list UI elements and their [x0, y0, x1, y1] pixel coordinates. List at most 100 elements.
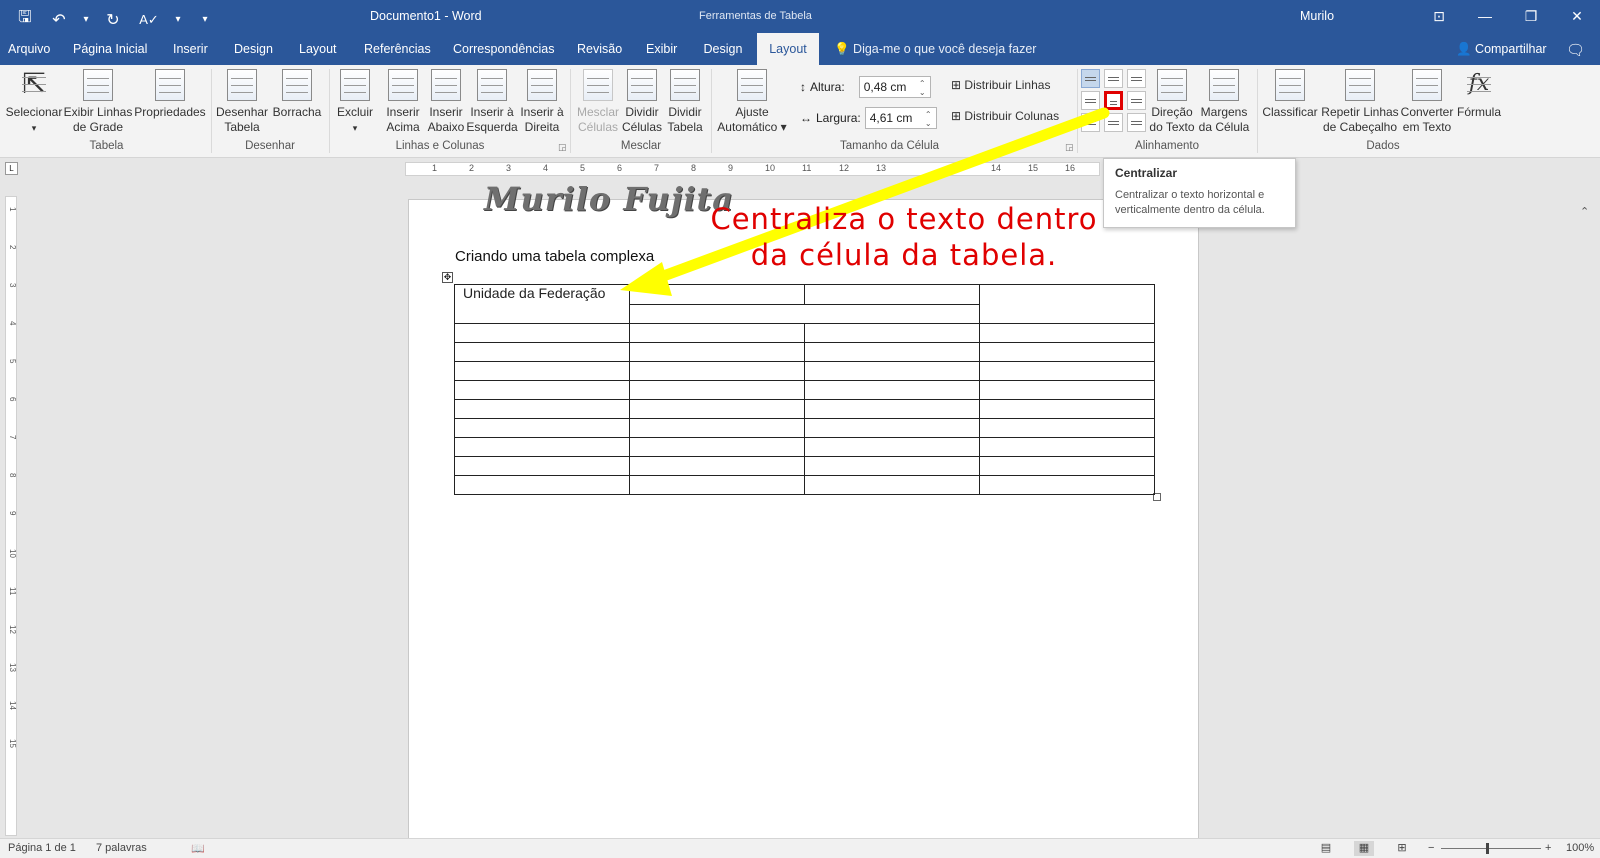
table-cell[interactable]: [454, 437, 630, 457]
align-bottom-left-icon[interactable]: [1081, 113, 1100, 132]
undo-icon[interactable]: ↶: [48, 10, 70, 30]
tab-revisao[interactable]: Revisão: [577, 33, 622, 65]
eraser-button[interactable]: Borracha: [270, 69, 324, 120]
horizontal-ruler[interactable]: 1 2 3 4 5 6 7 8 9 10 11 12 13 14 15 16: [405, 162, 1100, 176]
table-cell[interactable]: [804, 342, 980, 362]
align-bottom-right-icon[interactable]: [1127, 113, 1146, 132]
column-width-input[interactable]: 4,61 cm: [864, 107, 937, 129]
tab-arquivo[interactable]: Arquivo: [8, 33, 50, 65]
table-cell[interactable]: [454, 323, 630, 343]
table-cell[interactable]: [454, 418, 630, 438]
dialog-launcher-icon[interactable]: ◲: [558, 142, 567, 153]
insert-above-button[interactable]: Inserir Acima: [381, 69, 425, 135]
user-name[interactable]: Murilo: [1300, 9, 1334, 23]
table-cell[interactable]: [629, 303, 980, 324]
table-cell[interactable]: [979, 456, 1155, 476]
autofit-button[interactable]: Ajuste Automático ▾: [714, 69, 790, 135]
page-count[interactable]: Página 1 de 1: [8, 842, 76, 854]
share-button[interactable]: 👤 Compartilhar: [1456, 33, 1547, 65]
spelling-dropdown-icon[interactable]: ▾: [174, 14, 182, 25]
repeat-header-rows-button[interactable]: Repetir Linhas de Cabeçalho: [1320, 69, 1400, 135]
table-cell[interactable]: [804, 475, 980, 495]
table-cell[interactable]: [804, 456, 980, 476]
align-top-left-icon[interactable]: [1081, 69, 1100, 88]
collapse-ribbon-icon[interactable]: ⌃: [1580, 205, 1589, 218]
table-cell[interactable]: [979, 284, 1155, 324]
table-cell[interactable]: [629, 342, 805, 362]
restore-icon[interactable]: ❐: [1508, 0, 1554, 33]
table-cell[interactable]: [629, 418, 805, 438]
text-direction-button[interactable]: Direção do Texto: [1147, 69, 1197, 135]
table-cell[interactable]: [804, 284, 980, 305]
insert-right-button[interactable]: Inserir à Direita: [518, 69, 566, 135]
table-cell[interactable]: [454, 399, 630, 419]
document-table[interactable]: Unidade da Federação: [454, 284, 1155, 495]
table-cell[interactable]: [454, 456, 630, 476]
properties-button[interactable]: Propriedades: [134, 69, 206, 120]
read-mode-icon[interactable]: ▤: [1316, 841, 1336, 856]
document-paragraph[interactable]: Criando uma tabela complexa: [455, 248, 654, 265]
word-count[interactable]: 7 palavras: [96, 842, 147, 854]
ribbon-display-options-icon[interactable]: ⊡: [1416, 0, 1462, 33]
distribute-columns-button[interactable]: ⊞ Distribuir Colunas: [951, 109, 1059, 123]
table-cell[interactable]: [629, 456, 805, 476]
delete-button[interactable]: Excluir ▾: [333, 69, 377, 136]
zoom-level[interactable]: 100%: [1566, 842, 1594, 854]
table-cell[interactable]: [804, 399, 980, 419]
undo-dropdown-icon[interactable]: ▾: [82, 14, 90, 25]
table-cell[interactable]: [454, 361, 630, 381]
table-cell[interactable]: [979, 361, 1155, 381]
tab-table-design[interactable]: Design: [690, 33, 756, 65]
tab-exibir[interactable]: Exibir: [646, 33, 677, 65]
web-layout-icon[interactable]: ⊞: [1392, 841, 1412, 856]
table-cell[interactable]: [629, 284, 805, 305]
align-top-right-icon[interactable]: [1127, 69, 1146, 88]
close-icon[interactable]: ✕: [1554, 0, 1600, 33]
tab-design[interactable]: Design: [234, 33, 273, 65]
table-cell[interactable]: [629, 475, 805, 495]
table-cell[interactable]: [979, 437, 1155, 457]
table-cell[interactable]: [629, 437, 805, 457]
table-cell[interactable]: [629, 380, 805, 400]
merge-cells-button[interactable]: Mesclar Células: [575, 69, 621, 135]
proofing-icon[interactable]: 📖: [191, 842, 205, 855]
table-cell[interactable]: [804, 380, 980, 400]
row-height-input[interactable]: 0,48 cm: [858, 76, 931, 98]
table-cell[interactable]: [804, 437, 980, 457]
insert-left-button[interactable]: Inserir à Esquerda: [466, 69, 518, 135]
split-cells-button[interactable]: Dividir Células: [620, 69, 664, 135]
table-cell[interactable]: [979, 323, 1155, 343]
tell-me-search[interactable]: 💡 Diga-me o que você deseja fazer: [834, 33, 1036, 65]
table-cell[interactable]: [629, 361, 805, 381]
split-table-button[interactable]: Dividir Tabela: [663, 69, 707, 135]
dialog-launcher-icon[interactable]: ◲: [1065, 142, 1074, 153]
spelling-icon[interactable]: A✓: [136, 12, 162, 28]
vertical-ruler[interactable]: 1 2 3 4 5 6 7 8 9 10 11 12 13 14 15: [5, 196, 17, 836]
table-cell[interactable]: [804, 361, 980, 381]
convert-to-text-button[interactable]: Converter em Texto: [1399, 69, 1455, 135]
table-cell[interactable]: [454, 342, 630, 362]
align-center-right-icon[interactable]: [1127, 91, 1146, 110]
select-button[interactable]: ⇱ Selecionar ▾: [5, 69, 63, 136]
table-cell[interactable]: [804, 323, 980, 343]
tab-inserir[interactable]: Inserir: [173, 33, 208, 65]
align-top-center-icon[interactable]: [1104, 69, 1123, 88]
table-cell[interactable]: [979, 418, 1155, 438]
table-cell[interactable]: [979, 475, 1155, 495]
table-cell[interactable]: [629, 323, 805, 343]
align-center-icon[interactable]: [1104, 91, 1123, 110]
draw-table-button[interactable]: Desenhar Tabela: [216, 69, 268, 135]
table-move-handle-icon[interactable]: ✥: [442, 272, 453, 283]
view-gridlines-button[interactable]: Exibir Linhas de Grade: [63, 69, 133, 135]
tab-correspondencias[interactable]: Correspondências: [453, 33, 554, 65]
customize-qat-icon[interactable]: ▾: [194, 14, 216, 25]
table-cell[interactable]: [979, 342, 1155, 362]
zoom-in-button[interactable]: +: [1545, 842, 1551, 854]
table-cell[interactable]: [454, 380, 630, 400]
align-bottom-center-icon[interactable]: [1104, 113, 1123, 132]
formula-button[interactable]: fx Fórmula: [1455, 69, 1503, 120]
table-cell[interactable]: [979, 380, 1155, 400]
save-icon[interactable]: 🖫: [14, 6, 36, 33]
redo-icon[interactable]: ↻: [102, 10, 124, 30]
tab-pagina-inicial[interactable]: Página Inicial: [73, 33, 147, 65]
